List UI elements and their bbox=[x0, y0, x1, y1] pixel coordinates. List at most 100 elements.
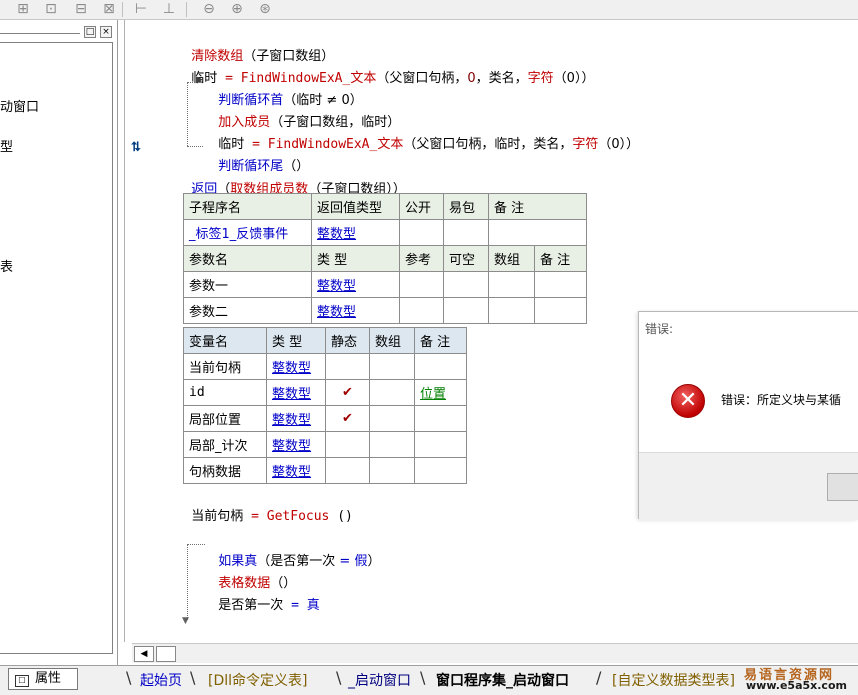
tab-dll-commands[interactable]: [Dll命令定义表] bbox=[208, 670, 307, 690]
var-note-cell[interactable] bbox=[414, 353, 467, 380]
param-array-cell[interactable] bbox=[488, 271, 535, 298]
param-name-cell[interactable]: 参数二 bbox=[183, 297, 312, 324]
header-static: 静态 bbox=[325, 327, 370, 354]
tab-separator: \ bbox=[420, 668, 426, 687]
header-param-type: 类 型 bbox=[311, 245, 400, 272]
loop-guide-bottom bbox=[187, 146, 203, 147]
tab-custom-types[interactable]: [自定义数据类型表] bbox=[612, 670, 735, 690]
param-note-cell[interactable] bbox=[534, 297, 587, 324]
header-var-name: 变量名 bbox=[183, 327, 267, 354]
param-name-cell[interactable]: 参数一 bbox=[183, 271, 312, 298]
var-name: 当前句柄 bbox=[191, 509, 244, 524]
table-row[interactable]: 局部_计次 整数型 bbox=[183, 431, 467, 458]
sub-name-cell[interactable]: _标签1_反馈事件 bbox=[183, 219, 312, 246]
param-array-cell[interactable] bbox=[488, 297, 535, 324]
table-row[interactable]: 参数一 整数型 bbox=[183, 271, 587, 298]
table-row[interactable]: 局部位置 整数型 ✔ bbox=[183, 405, 467, 432]
var-name: 是否第一次 bbox=[218, 598, 284, 613]
left-panel: □ × 动窗口 型 表 bbox=[0, 20, 118, 665]
header-package: 易包 bbox=[443, 193, 489, 220]
code-line-assign-first[interactable]: 是否第一次 = 真 bbox=[210, 579, 320, 613]
tree-item-table[interactable]: 表 bbox=[0, 256, 13, 275]
close-button[interactable]: × bbox=[100, 26, 112, 38]
bottom-tab-bar: ☐ 属性 \ 起始页 \ [Dll命令定义表] \ _启动窗口 \ 窗口程序集_启… bbox=[0, 665, 858, 695]
var-type-cell[interactable]: 整数型 bbox=[266, 405, 326, 432]
table-row[interactable]: 当前句柄 整数型 bbox=[183, 353, 467, 380]
var-static-cell[interactable]: ✔ bbox=[325, 379, 370, 406]
param-optional-cell[interactable] bbox=[443, 297, 489, 324]
operator: = bbox=[243, 509, 267, 524]
var-static-cell[interactable]: ✔ bbox=[325, 405, 370, 432]
var-array-cell[interactable] bbox=[369, 405, 415, 432]
param-byref-cell[interactable] bbox=[399, 271, 444, 298]
var-array-cell[interactable] bbox=[369, 353, 415, 380]
table-header-row: 变量名 类 型 静态 数组 备 注 bbox=[183, 327, 467, 354]
scroll-left-arrow-icon[interactable]: ◀ bbox=[134, 646, 154, 662]
note-cell[interactable] bbox=[488, 219, 587, 246]
loop-start-arrow-icon: ▶ bbox=[196, 75, 203, 85]
var-type-cell[interactable]: 整数型 bbox=[266, 431, 326, 458]
var-array-cell[interactable] bbox=[369, 457, 415, 484]
table-row[interactable]: 参数二 整数型 bbox=[183, 297, 587, 324]
table-row[interactable]: 句柄数据 整数型 bbox=[183, 457, 467, 484]
titlebar-line bbox=[0, 33, 80, 34]
var-array-cell[interactable] bbox=[369, 379, 415, 406]
if-guide-line bbox=[187, 544, 188, 620]
tab-window-program-set[interactable]: 窗口程序集_启动窗口 bbox=[436, 670, 569, 690]
h-center-icon[interactable]: ⊖ bbox=[200, 1, 218, 18]
header-param-name: 参数名 bbox=[183, 245, 312, 272]
var-note-cell[interactable] bbox=[414, 405, 467, 432]
align-center-icon[interactable]: ⊡ bbox=[42, 1, 60, 18]
var-name-cell[interactable]: 局部位置 bbox=[183, 405, 267, 432]
center-icon[interactable]: ⊛ bbox=[256, 1, 274, 18]
header-var-type: 类 型 bbox=[266, 327, 326, 354]
same-height-icon[interactable]: ⊥ bbox=[160, 1, 178, 18]
args: () bbox=[329, 509, 353, 524]
scroll-thumb[interactable] bbox=[156, 646, 176, 662]
dialog-message: 错误：所定义块与某循 bbox=[721, 393, 842, 407]
param-optional-cell[interactable] bbox=[443, 271, 489, 298]
param-type-cell[interactable]: 整数型 bbox=[311, 297, 400, 324]
public-cell[interactable] bbox=[399, 219, 444, 246]
v-center-icon[interactable]: ⊕ bbox=[228, 1, 246, 18]
var-static-cell[interactable] bbox=[325, 431, 370, 458]
var-name-cell[interactable]: id bbox=[183, 379, 267, 406]
restore-button[interactable]: □ bbox=[84, 26, 96, 38]
code-line-return[interactable]: 返回（取数组成员数（子窗口数组）） bbox=[183, 163, 406, 197]
package-cell[interactable] bbox=[443, 219, 489, 246]
ok-button[interactable] bbox=[827, 473, 858, 501]
horizontal-scrollbar[interactable]: ◀ bbox=[132, 643, 858, 663]
table-row[interactable]: id 整数型 ✔ 位置 bbox=[183, 379, 467, 406]
var-note-cell[interactable]: 位置 bbox=[414, 379, 467, 406]
table-row[interactable]: _标签1_反馈事件 整数型 bbox=[183, 219, 587, 246]
param-byref-cell[interactable] bbox=[399, 297, 444, 324]
tab-startup-window[interactable]: _启动窗口 bbox=[348, 670, 411, 690]
tab-separator: \ bbox=[190, 668, 196, 687]
var-type-cell[interactable]: 整数型 bbox=[266, 457, 326, 484]
align-bottom-icon[interactable]: ⊠ bbox=[100, 1, 118, 18]
code-line-get-focus[interactable]: 当前句柄 = GetFocus () bbox=[183, 490, 353, 524]
var-type-cell[interactable]: 整数型 bbox=[266, 379, 326, 406]
param-note-cell[interactable] bbox=[534, 271, 587, 298]
properties-button[interactable]: ☐ 属性 bbox=[8, 668, 78, 690]
var-array-cell[interactable] bbox=[369, 431, 415, 458]
var-note-cell[interactable] bbox=[414, 457, 467, 484]
var-note-cell[interactable] bbox=[414, 431, 467, 458]
param-type-cell[interactable]: 整数型 bbox=[311, 271, 400, 298]
var-name-cell[interactable]: 当前句柄 bbox=[183, 353, 267, 380]
align-left-icon[interactable]: ⊞ bbox=[14, 1, 32, 18]
loop-guide-top bbox=[187, 82, 195, 83]
var-static-cell[interactable] bbox=[325, 353, 370, 380]
var-static-cell[interactable] bbox=[325, 457, 370, 484]
tree-item-type[interactable]: 型 bbox=[0, 136, 13, 155]
align-top-icon[interactable]: ⊟ bbox=[72, 1, 90, 18]
var-type-cell[interactable]: 整数型 bbox=[266, 353, 326, 380]
var-name-cell[interactable]: 句柄数据 bbox=[183, 457, 267, 484]
same-width-icon[interactable]: ⊢ bbox=[132, 1, 150, 18]
var-name-cell[interactable]: 局部_计次 bbox=[183, 431, 267, 458]
loop-marker-icon: ⮁ bbox=[130, 140, 141, 155]
header-sub-name: 子程序名 bbox=[183, 193, 312, 220]
tree-item-startup-window[interactable]: 动窗口 bbox=[0, 96, 39, 115]
tab-start-page[interactable]: 起始页 bbox=[140, 670, 182, 690]
return-type-cell[interactable]: 整数型 bbox=[311, 219, 400, 246]
